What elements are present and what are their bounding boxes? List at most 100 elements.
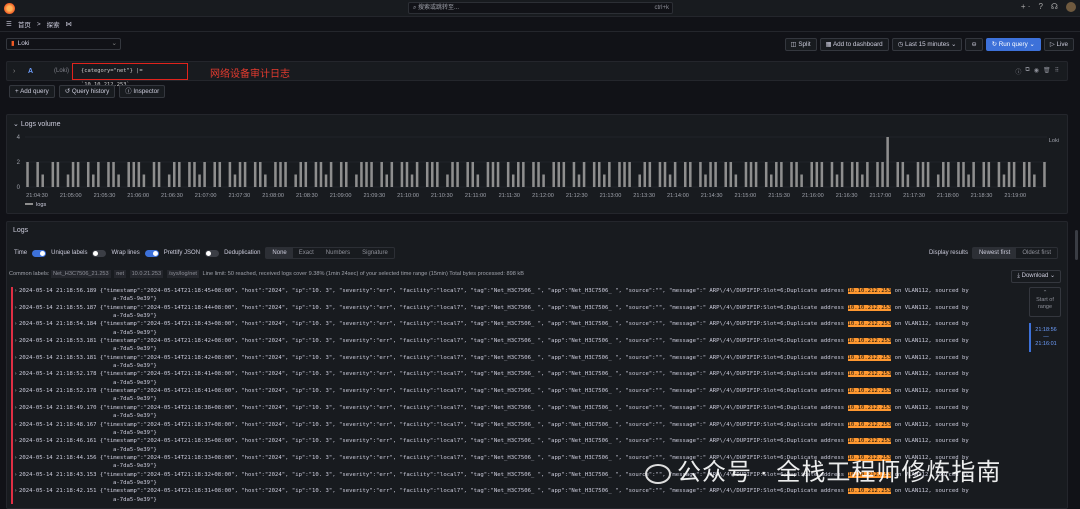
volume-bar[interactable] xyxy=(496,162,500,187)
volume-bar[interactable] xyxy=(608,162,611,187)
volume-bar[interactable] xyxy=(638,174,641,188)
volume-bar[interactable] xyxy=(957,162,960,187)
dedup-numbers[interactable]: Numbers xyxy=(320,248,356,258)
volume-bar[interactable] xyxy=(517,162,520,187)
volume-bar[interactable] xyxy=(471,162,475,187)
volume-bar[interactable] xyxy=(405,162,409,187)
log-row[interactable]: › 2024-05-14 21:18:52.178 {"timestamp":"2… xyxy=(11,387,1021,396)
expand-chevron-icon[interactable]: › xyxy=(14,487,17,495)
volume-bar[interactable] xyxy=(299,162,303,187)
volume-bar[interactable] xyxy=(486,162,490,187)
log-row[interactable]: › 2024-05-14 21:18:56.189 {"timestamp":"2… xyxy=(11,287,1021,296)
expand-chevron-icon[interactable]: › xyxy=(14,421,17,429)
volume-bar[interactable] xyxy=(764,162,768,187)
volume-bar[interactable] xyxy=(172,162,176,187)
volume-bar[interactable] xyxy=(425,162,429,187)
volume-bar[interactable] xyxy=(76,162,80,187)
volume-bar[interactable] xyxy=(178,162,181,187)
expand-chevron-icon[interactable]: › xyxy=(14,404,17,412)
add-to-dashboard-button[interactable]: ▦ Add to dashboard xyxy=(819,38,889,51)
volume-bar[interactable] xyxy=(562,162,566,187)
volume-bar[interactable] xyxy=(274,162,277,187)
expand-chevron-icon[interactable]: › xyxy=(14,471,17,479)
volume-bar[interactable] xyxy=(511,174,515,188)
volume-bar[interactable] xyxy=(663,162,667,187)
volume-bar[interactable] xyxy=(491,162,495,187)
add-query-button[interactable]: + Add query xyxy=(9,85,55,98)
volume-bar[interactable] xyxy=(557,162,561,187)
volume-bar[interactable] xyxy=(982,162,986,187)
breadcrumb-home[interactable]: 首页 xyxy=(18,19,31,29)
volume-bar[interactable] xyxy=(886,137,889,187)
volume-bar[interactable] xyxy=(749,162,753,187)
log-row[interactable]: › 2024-05-14 21:18:53.181 {"timestamp":"2… xyxy=(11,337,1021,346)
volume-bar[interactable] xyxy=(866,162,869,187)
volume-bar[interactable] xyxy=(203,162,206,187)
volume-bar[interactable] xyxy=(942,162,945,187)
copy-icon[interactable]: ⧉ xyxy=(1025,67,1029,76)
volume-bar[interactable] xyxy=(668,174,672,188)
volume-bar[interactable] xyxy=(689,162,692,187)
volume-bar[interactable] xyxy=(258,162,262,187)
volume-bar[interactable] xyxy=(800,174,803,188)
volume-bar[interactable] xyxy=(360,162,363,187)
volume-bar[interactable] xyxy=(415,162,419,187)
logs-volume-chart[interactable]: 4 2 0 21:04:30 21:05:00 21:05:30 21:06:00 21:06… xyxy=(7,115,1067,213)
log-row[interactable]: › 2024-05-14 21:18:46.161 {"timestamp":"2… xyxy=(11,437,1021,446)
help-icon[interactable]: ⓘ xyxy=(1015,67,1021,76)
volume-bar[interactable] xyxy=(304,162,308,187)
start-of-range-button[interactable]: ⌃ Start of range xyxy=(1029,287,1061,317)
volume-bar[interactable] xyxy=(284,162,287,187)
volume-bar[interactable] xyxy=(947,162,950,187)
eye-icon[interactable]: ◉ xyxy=(1034,67,1039,76)
volume-bar[interactable] xyxy=(355,174,358,188)
volume-bar[interactable] xyxy=(997,162,1001,187)
volume-bar[interactable] xyxy=(901,162,905,187)
volume-bar[interactable] xyxy=(400,162,404,187)
volume-bar[interactable] xyxy=(193,162,196,187)
volume-bar[interactable] xyxy=(66,174,70,188)
range-indicator[interactable]: 21:18:56 — 21:16:01 xyxy=(1029,323,1061,352)
log-row[interactable]: › 2024-05-14 21:18:54.184 {"timestamp":"2… xyxy=(11,320,1021,329)
trash-icon[interactable]: 🗑 xyxy=(1043,67,1051,76)
volume-bar[interactable] xyxy=(603,174,606,188)
volume-bar[interactable] xyxy=(850,162,854,187)
volume-bar[interactable] xyxy=(648,162,652,187)
page-scrollbar[interactable] xyxy=(1075,230,1078,260)
volume-bar[interactable] xyxy=(987,162,991,187)
volume-bar[interactable] xyxy=(294,174,297,188)
volume-bar[interactable] xyxy=(446,174,449,188)
time-range-picker[interactable]: ◷ Last 15 minutes ⌄ xyxy=(891,38,963,51)
dedup-none[interactable]: None xyxy=(266,248,293,258)
volume-bar[interactable] xyxy=(830,162,834,187)
volume-bar[interactable] xyxy=(522,162,525,187)
volume-bar[interactable] xyxy=(436,162,439,187)
volume-bar[interactable] xyxy=(345,162,348,187)
log-row[interactable]: › 2024-05-14 21:18:49.170 {"timestamp":"2… xyxy=(11,403,1021,413)
volume-bar[interactable] xyxy=(896,162,900,187)
volume-bar[interactable] xyxy=(1033,174,1036,188)
share-icon[interactable]: ⋈ xyxy=(66,20,73,28)
expand-chevron-icon[interactable]: › xyxy=(14,437,17,445)
log-row[interactable]: › 2024-05-14 21:18:55.187 {"timestamp":"2… xyxy=(11,303,1021,313)
volume-bar[interactable] xyxy=(142,174,146,188)
unique-labels-toggle[interactable] xyxy=(92,249,107,257)
volume-bar[interactable] xyxy=(253,162,257,187)
volume-bar[interactable] xyxy=(233,174,237,188)
volume-bar[interactable] xyxy=(916,162,920,187)
volume-bar[interactable] xyxy=(365,162,368,187)
volume-bar[interactable] xyxy=(861,174,864,188)
volume-bar[interactable] xyxy=(431,162,434,187)
volume-bar[interactable] xyxy=(926,162,930,187)
volume-bar[interactable] xyxy=(476,174,480,188)
volume-bar[interactable] xyxy=(466,162,469,187)
volume-bar[interactable] xyxy=(1043,162,1046,187)
download-button[interactable]: ⤓ Download ⌄ xyxy=(1011,270,1061,283)
volume-bar[interactable] xyxy=(36,162,39,187)
volume-bar[interactable] xyxy=(1002,174,1006,188)
volume-bar[interactable] xyxy=(41,174,44,188)
volume-bar[interactable] xyxy=(597,162,601,187)
volume-bar[interactable] xyxy=(107,162,110,187)
run-query-button[interactable]: ↻ Run query ⌄ xyxy=(985,38,1041,51)
expand-chevron-icon[interactable]: › xyxy=(14,387,17,395)
